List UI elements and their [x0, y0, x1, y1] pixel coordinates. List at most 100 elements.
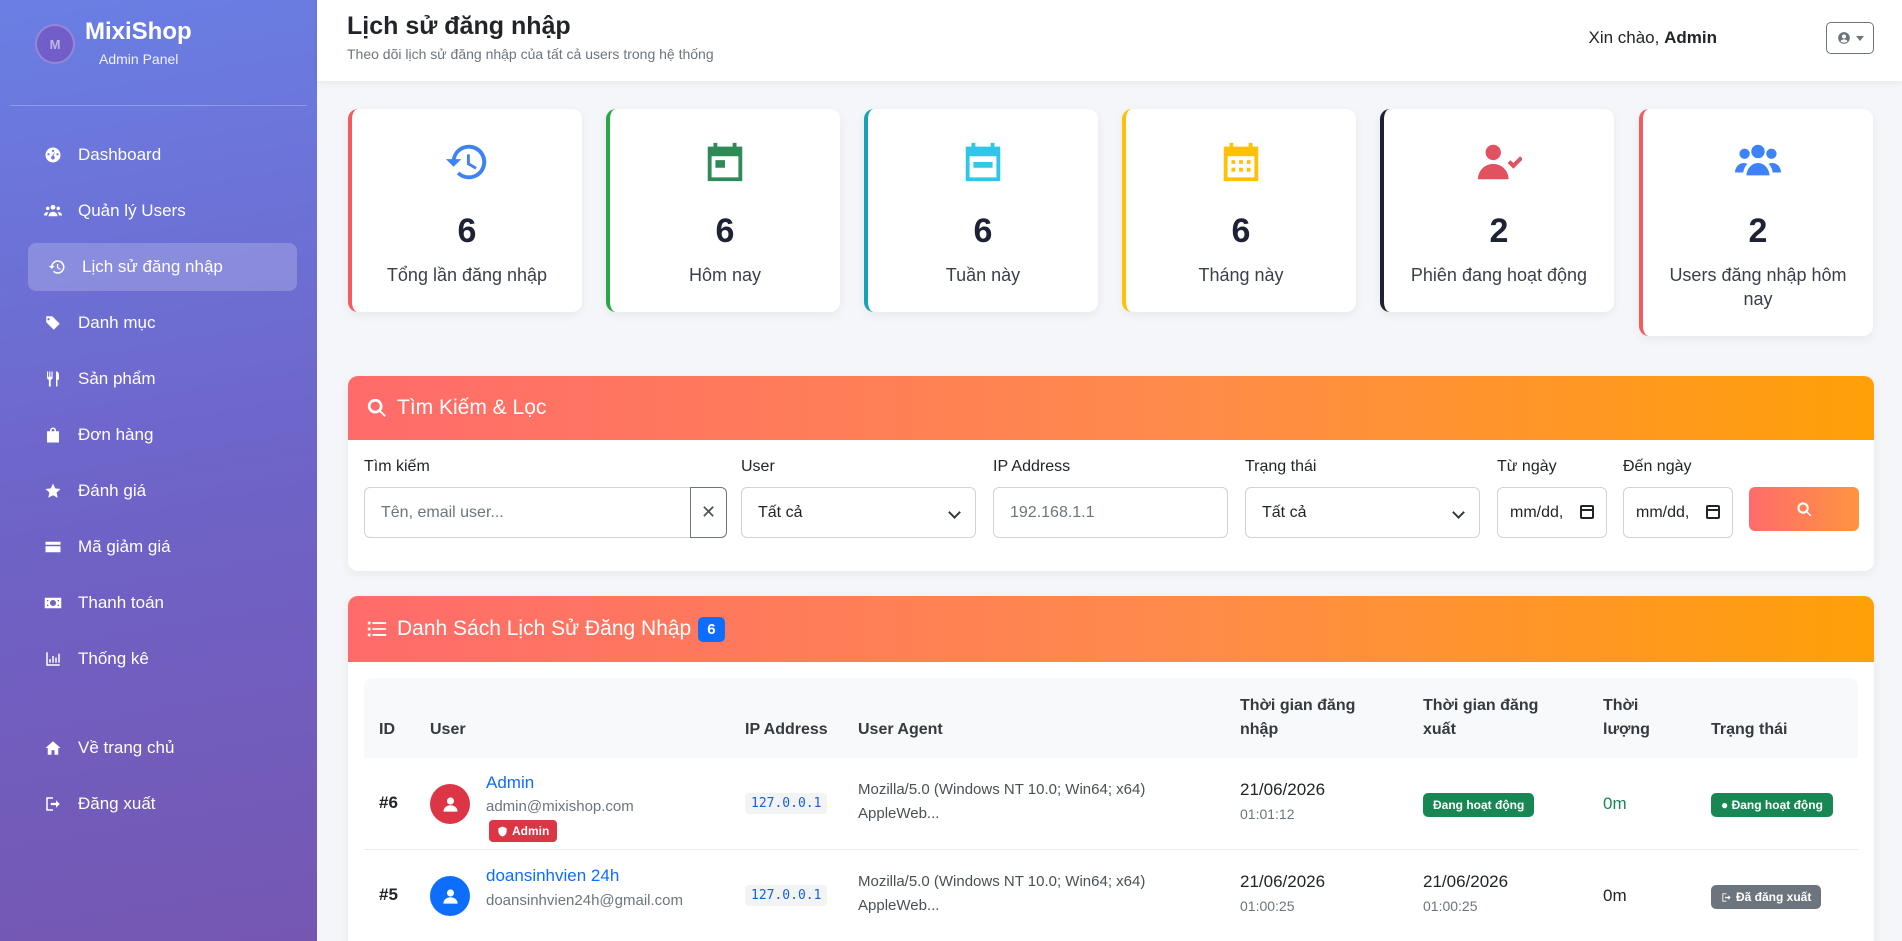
user-icon: [442, 888, 458, 904]
login-time: 21/06/2026 01:01:12: [1240, 780, 1325, 822]
greeting-text: Xin chào,: [1588, 28, 1660, 47]
login-clock: 01:00:25: [1240, 898, 1295, 914]
users-icon: [1643, 139, 1873, 187]
sidebar-item-payments[interactable]: Thanh toán: [28, 579, 297, 627]
user-select[interactable]: Tất cả: [741, 487, 976, 538]
brand[interactable]: M MixiShop Admin Panel: [33, 16, 293, 76]
brand-logo: M: [35, 24, 75, 64]
ip-value: 127.0.0.1: [745, 885, 828, 906]
active-badge: Đang hoạt động: [1423, 793, 1535, 817]
status-select[interactable]: Tất cả: [1245, 487, 1480, 538]
star-icon: [42, 480, 64, 502]
calendar-icon[interactable]: [1580, 505, 1594, 519]
column-header-user: User: [430, 721, 466, 738]
user-check-icon: [1384, 139, 1614, 187]
stat-card-active-sessions: 2 Phiên đang hoạt động: [1380, 109, 1614, 312]
column-header-login-time: Thời gian đăng nhập: [1240, 697, 1356, 738]
filter-panel-header: Tìm Kiếm & Lọc: [348, 376, 1874, 440]
user-menu-button[interactable]: [1826, 22, 1874, 54]
stat-value: 6: [1231, 212, 1251, 250]
calendar-month-icon: [1126, 139, 1356, 187]
sidebar-item-label: Dashboard: [78, 145, 162, 164]
status-badge-inner: ● Đang hoạt động: [1711, 793, 1833, 817]
column-header-logout-time: Thời gian đăng xuất: [1423, 697, 1539, 738]
stat-card-today: 6 Hôm nay: [606, 109, 840, 312]
stat-label: Phiên đang hoạt động: [1410, 265, 1588, 285]
stat-label: Hôm nay: [688, 265, 762, 285]
sidebar-item-users[interactable]: Quản lý Users: [28, 187, 297, 235]
user-name-link[interactable]: Admin: [486, 773, 534, 793]
stat-value: 6: [973, 212, 993, 250]
search-input[interactable]: Tên, email user...: [364, 487, 691, 538]
user-agent: Mozilla/5.0 (Windows NT 10.0; Win64; x64…: [858, 870, 1145, 918]
search-label: Tìm kiếm: [364, 458, 430, 475]
status-select-value: Tất cả: [1262, 503, 1307, 521]
sidebar-item-reviews[interactable]: Đánh giá: [28, 467, 297, 515]
user-agent-line: AppleWeb...: [858, 805, 940, 822]
sidebar-item-coupons[interactable]: Mã giảm giá: [28, 523, 297, 571]
users-icon: [42, 200, 64, 222]
sidebar-item-label: Quản lý Users: [78, 201, 186, 220]
user-filter-label: User: [741, 458, 775, 475]
page-title: Lịch sử đăng nhập: [347, 12, 571, 40]
greeting-username: Admin: [1664, 28, 1717, 47]
sidebar-item-products[interactable]: Sản phẩm: [28, 355, 297, 403]
stat-value: 2: [1748, 212, 1768, 250]
from-date-input[interactable]: mm/dd,: [1497, 487, 1607, 538]
clear-search-button[interactable]: ✕: [690, 487, 727, 538]
sidebar: M MixiShop Admin Panel Dashboard Quản lý…: [0, 0, 317, 941]
column-header-duration: Thời lượng: [1603, 697, 1650, 738]
chart-icon: [42, 648, 64, 670]
user-name-link[interactable]: doansinhvien 24h: [486, 866, 619, 886]
sidebar-item-categories[interactable]: Danh mục: [28, 299, 297, 347]
duration: 0m: [1603, 794, 1627, 813]
sidebar-item-label: Lịch sử đăng nhập: [82, 257, 223, 276]
status-badge: ● Đang hoạt động: [1711, 793, 1833, 817]
sidebar-item-dashboard[interactable]: Dashboard: [28, 131, 297, 179]
login-time: 21/06/2026 01:00:25: [1240, 872, 1325, 914]
stat-card-total: 6 Tổng lần đăng nhập: [348, 109, 582, 312]
stat-value: 6: [715, 212, 735, 250]
shopping-bag-icon: [42, 424, 64, 446]
home-icon: [42, 737, 64, 759]
sidebar-item-label: Thanh toán: [78, 593, 165, 612]
money-icon: [42, 592, 64, 614]
sidebar-item-statistics[interactable]: Thống kê: [28, 635, 297, 683]
ip-value: 127.0.0.1: [745, 793, 828, 814]
search-icon: [367, 398, 386, 417]
login-history-title: Danh Sách Lịch Sử Đăng Nhập: [397, 617, 692, 640]
status-label: Đã đăng xuất: [1736, 890, 1812, 904]
logout-icon: [42, 793, 64, 815]
table-row[interactable]: #6 Admin admin@mixishop.com Admin 127.0.…: [364, 758, 1858, 850]
calendar-icon[interactable]: [1706, 505, 1720, 519]
sidebar-item-label: Danh mục: [78, 313, 156, 332]
to-date-label: Đến ngày: [1623, 458, 1692, 475]
user-agent-line: Mozilla/5.0 (Windows NT 10.0; Win64; x64…: [858, 873, 1146, 890]
search-icon: [1796, 501, 1811, 516]
stat-card-users-today: 2 Users đăng nhập hôm nay: [1639, 109, 1873, 336]
sidebar-item-home[interactable]: Về trang chủ: [28, 724, 297, 772]
sidebar-item-logout[interactable]: Đăng xuất: [28, 780, 297, 828]
user-email: doansinhvien24h@gmail.com: [486, 892, 684, 909]
ip-input[interactable]: 192.168.1.1: [993, 487, 1228, 538]
stat-label: Tổng lần đăng nhập: [386, 265, 548, 285]
to-date-value: mm/dd,: [1636, 503, 1690, 521]
sidebar-item-label: Đơn hàng: [78, 425, 154, 444]
list-icon: [367, 621, 387, 637]
table-row[interactable]: #5 doansinhvien 24h doansinhvien24h@gmai…: [364, 850, 1858, 941]
table-header: ID User IP Address User Agent Thời gian …: [364, 678, 1858, 758]
avatar: [430, 876, 470, 916]
ip-address: 127.0.0.1: [745, 793, 828, 814]
user-agent-line: AppleWeb...: [858, 897, 940, 914]
sidebar-item-orders[interactable]: Đơn hàng: [28, 411, 297, 459]
search-submit-button[interactable]: [1749, 487, 1859, 531]
filter-panel: Tìm Kiếm & Lọc Tìm kiếm Tên, email user.…: [348, 376, 1874, 571]
column-header-status: Trạng thái: [1711, 721, 1788, 738]
sidebar-item-login-history[interactable]: Lịch sử đăng nhập: [28, 243, 297, 291]
brand-subtitle: Admin Panel: [99, 51, 179, 67]
sidebar-divider: [10, 105, 307, 106]
to-date-input[interactable]: mm/dd,: [1623, 487, 1733, 538]
status-badge: Đã đăng xuất: [1711, 885, 1822, 909]
login-history-panel: Danh Sách Lịch Sử Đăng Nhập 6 ID User IP…: [348, 596, 1874, 941]
credit-card-icon: [42, 536, 64, 558]
